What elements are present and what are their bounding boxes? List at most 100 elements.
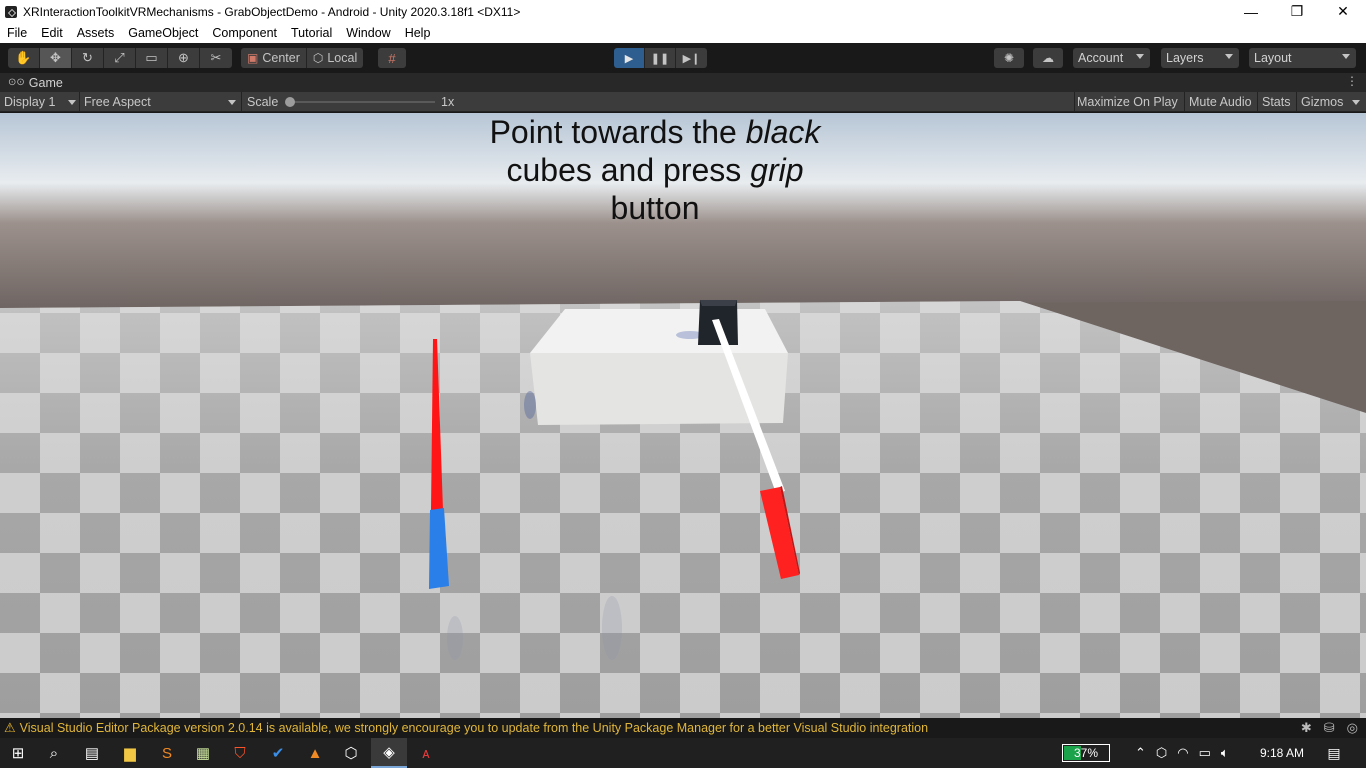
brave-browser-icon[interactable]: ⛉	[222, 738, 258, 768]
notepad-icon[interactable]: ▦	[185, 738, 221, 768]
stats-toggle[interactable]: Stats	[1262, 92, 1291, 112]
close-button[interactable]: ✕	[1320, 0, 1366, 23]
divider	[241, 92, 242, 112]
play-button[interactable]: ▶	[614, 48, 645, 68]
pivot-rotation-label: Local	[327, 51, 358, 65]
menu-assets[interactable]: Assets	[70, 26, 122, 40]
hand-icon[interactable]: ✋	[8, 48, 40, 68]
vlc-icon[interactable]: ▲	[297, 738, 333, 768]
wifi-icon[interactable]: ◠	[1177, 745, 1188, 761]
menu-file[interactable]: File	[0, 26, 34, 40]
local-cube-icon: ⬡	[312, 51, 324, 65]
aspect-dropdown[interactable]: Free Aspect	[84, 92, 239, 112]
pivot-mode-button[interactable]: ▣ Center	[241, 48, 307, 68]
cloud-icon[interactable]: ☁	[1033, 48, 1063, 68]
clock[interactable]: 9:18 AM	[1260, 738, 1304, 768]
battery-indicator[interactable]: 37%	[1062, 744, 1110, 762]
chevron-up-icon[interactable]: ⌃	[1135, 745, 1146, 761]
layers-label: Layers	[1166, 51, 1204, 65]
move-icon[interactable]: ✥	[40, 48, 72, 68]
tab-game[interactable]: ⊙⊙ Game	[0, 73, 70, 92]
progress-icon[interactable]: ◎	[1347, 720, 1358, 736]
shadow	[524, 391, 536, 419]
windows-start-icon[interactable]: ⊞	[0, 738, 36, 768]
menu-component[interactable]: Component	[205, 26, 284, 40]
chevron-down-icon	[1136, 54, 1144, 59]
scale-slider-thumb[interactable]	[285, 97, 295, 107]
more-options-icon[interactable]: ⋮	[1346, 74, 1358, 88]
menu-gameobject[interactable]: GameObject	[121, 26, 205, 40]
volume-icon[interactable]: 🔈︎	[1221, 745, 1229, 761]
battery-percent: 37%	[1073, 746, 1099, 760]
divider	[79, 92, 80, 112]
battery-icon[interactable]: ▭	[1199, 745, 1211, 761]
pause-button[interactable]: ❚❚	[645, 48, 676, 68]
unity-editor-icon[interactable]: ◈	[371, 738, 407, 768]
scale-label: Scale	[247, 95, 279, 109]
game-view-controls: Display 1 Free Aspect Scale 1x Maximize …	[0, 92, 1366, 112]
rotate-icon[interactable]: ↻	[72, 48, 104, 68]
window-title-bar: XRInteractionToolkitVRMechanisms - GrabO…	[0, 0, 1366, 23]
scale-value: 1x	[441, 95, 455, 109]
collab-icon[interactable]: ✺	[994, 48, 1024, 68]
bug-icon[interactable]: ✱	[1301, 720, 1312, 736]
tab-game-label: Game	[28, 75, 63, 90]
maximize-button[interactable]: ❐	[1274, 0, 1320, 23]
file-explorer-icon[interactable]: ▆	[112, 738, 148, 768]
grid-snap-icon[interactable]: #	[378, 48, 406, 68]
menu-edit[interactable]: Edit	[34, 26, 70, 40]
custom-tool-icon[interactable]: ✂	[200, 48, 232, 68]
sublime-icon[interactable]: S	[149, 738, 185, 768]
snap-group: #	[378, 48, 406, 68]
pivot-rotation-button[interactable]: ⬡ Local	[306, 48, 364, 68]
transform-icon[interactable]: ⊕	[168, 48, 200, 68]
divider	[1257, 92, 1258, 112]
menu-help[interactable]: Help	[398, 26, 438, 40]
console-status-bar[interactable]: ⚠ Visual Studio Editor Package version 2…	[0, 718, 1366, 738]
scale-slider-track[interactable]	[290, 101, 435, 103]
gamepad-icon: ⊙⊙	[8, 77, 25, 88]
instruction-line2: cubes and press	[506, 152, 751, 188]
warning-icon: ⚠	[4, 720, 16, 735]
unity-app-icon	[5, 5, 17, 18]
terminal-icon[interactable]: ▤	[74, 738, 110, 768]
step-button[interactable]: ▶❙	[676, 48, 707, 68]
chevron-down-icon[interactable]	[1352, 100, 1360, 105]
display-label: Display 1	[4, 95, 56, 109]
menu-bar: File Edit Assets GameObject Component Tu…	[0, 23, 1366, 43]
chevron-down-icon	[1342, 54, 1350, 59]
layout-dropdown[interactable]: Layout	[1249, 48, 1356, 68]
menu-tutorial[interactable]: Tutorial	[284, 26, 339, 40]
game-view[interactable]: Point towards the black cubes and press …	[0, 113, 1366, 718]
menu-window[interactable]: Window	[339, 26, 397, 40]
scale-icon[interactable]: ⤢	[104, 48, 136, 68]
notification-icon[interactable]: ▤	[1322, 738, 1346, 768]
amd-icon[interactable]: ᴀ	[408, 738, 444, 768]
windows-taskbar: ⊞ ⌕ ▤ ▆ S ▦ ⛉ ✔ ▲ ⬡ ◈ ᴀ 37% ⌃ ⬡ ◠ ▭ 🔈︎ 9…	[0, 738, 1366, 768]
game-tab-bar: ⊙⊙ Game ⋮	[0, 73, 1366, 92]
gizmos-toggle[interactable]: Gizmos	[1301, 92, 1343, 112]
todo-icon[interactable]: ✔	[260, 738, 296, 768]
maximize-on-play-toggle[interactable]: Maximize On Play	[1077, 92, 1178, 112]
unity-hub-icon[interactable]: ⬡	[333, 738, 369, 768]
mute-audio-toggle[interactable]: Mute Audio	[1189, 92, 1252, 112]
aspect-label: Free Aspect	[84, 95, 151, 109]
window-title: XRInteractionToolkitVRMechanisms - GrabO…	[23, 4, 521, 19]
display-dropdown[interactable]: Display 1	[4, 92, 78, 112]
pivot-mode-label: Center	[262, 51, 300, 65]
instruction-line1: Point towards the	[489, 114, 746, 150]
account-dropdown[interactable]: Account	[1073, 48, 1150, 68]
divider	[1296, 92, 1297, 112]
transform-tools: ✋ ✥ ↻ ⤢ ▭ ⊕ ✂	[8, 48, 232, 68]
instruction-text: Point towards the black cubes and press …	[400, 113, 910, 227]
rect-tool-icon[interactable]: ▭	[136, 48, 168, 68]
layers-dropdown[interactable]: Layers	[1161, 48, 1239, 68]
chevron-down-icon	[68, 100, 76, 105]
shadow	[602, 596, 622, 660]
cache-icon[interactable]: ⛁	[1324, 720, 1335, 736]
minimize-button[interactable]: —	[1228, 0, 1274, 23]
3d-cube-icon[interactable]: ⬡	[1156, 745, 1167, 761]
chevron-down-icon	[1225, 54, 1233, 59]
search-icon[interactable]: ⌕	[36, 738, 72, 768]
play-controls: ▶ ❚❚ ▶❙	[614, 48, 707, 68]
